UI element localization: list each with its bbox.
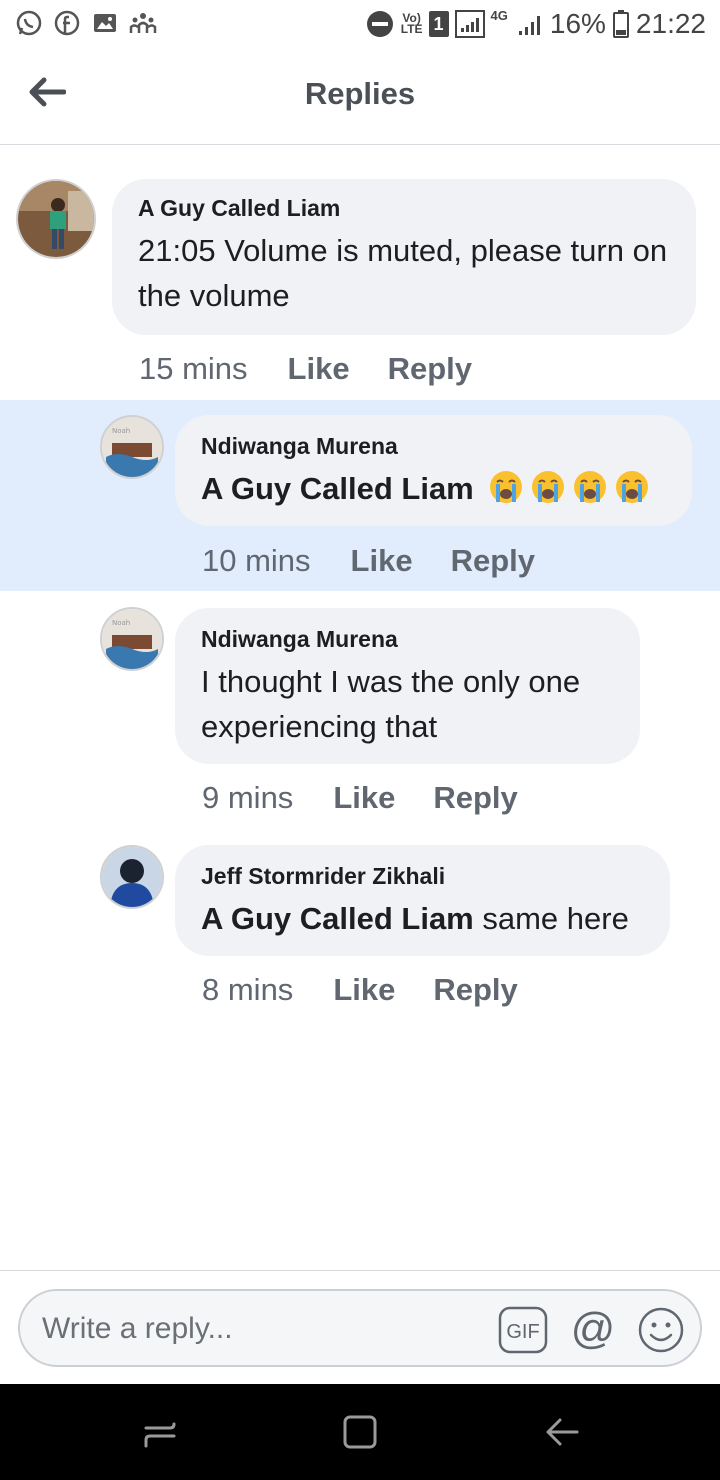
recent-apps-icon[interactable] bbox=[138, 1412, 182, 1452]
like-button[interactable]: Like bbox=[333, 780, 395, 816]
crying-face-emoji bbox=[574, 471, 607, 503]
reply-composer: GIF @ bbox=[18, 1289, 702, 1367]
svg-text:Noah: Noah bbox=[112, 619, 130, 627]
comment-actions: 10 mins Like Reply bbox=[202, 540, 535, 582]
like-button[interactable]: Like bbox=[333, 972, 395, 1008]
avatar[interactable]: Noah bbox=[100, 415, 164, 479]
comment-actions: 9 mins Like Reply bbox=[202, 777, 518, 819]
comment-bubble[interactable]: Ndiwanga Murena I thought I was the only… bbox=[175, 608, 640, 764]
comment-bubble[interactable]: A Guy Called Liam 21:05 Volume is muted,… bbox=[112, 179, 696, 335]
sim-indicator: 1 bbox=[428, 11, 449, 37]
avatar[interactable] bbox=[16, 179, 96, 259]
comment-text: A Guy Called Liam bbox=[201, 466, 666, 511]
avatar[interactable] bbox=[100, 845, 164, 909]
clock: 21:22 bbox=[635, 8, 706, 39]
signal-strength-icon bbox=[514, 9, 544, 39]
avatar[interactable]: Noah bbox=[100, 607, 164, 671]
reply-input[interactable] bbox=[40, 1291, 484, 1367]
people-icon bbox=[128, 8, 158, 38]
reply-button[interactable]: Reply bbox=[388, 351, 472, 387]
status-bar: Vo) LTE 1 4G 16% 21:22 bbox=[0, 0, 720, 50]
battery-icon bbox=[612, 9, 630, 39]
svg-text:Noah: Noah bbox=[112, 427, 130, 435]
comment-author[interactable]: Jeff Stormrider Zikhali bbox=[201, 863, 644, 890]
comment-author[interactable]: A Guy Called Liam bbox=[138, 195, 670, 222]
dnd-icon bbox=[365, 9, 395, 39]
comment-time: 10 mins bbox=[202, 543, 311, 578]
gif-button[interactable]: GIF bbox=[498, 1305, 548, 1355]
crying-face-emoji bbox=[532, 471, 565, 503]
facebook-icon bbox=[52, 8, 82, 38]
reply-button[interactable]: Reply bbox=[433, 972, 517, 1008]
comment-actions: 8 mins Like Reply bbox=[202, 969, 518, 1011]
comment-bubble[interactable]: Ndiwanga Murena A Guy Called Liam bbox=[175, 415, 692, 526]
comment-text: A Guy Called Liam same here bbox=[201, 896, 644, 941]
composer-divider bbox=[0, 1270, 720, 1271]
mention-button[interactable]: @ bbox=[568, 1305, 618, 1355]
mention-link[interactable]: A Guy Called Liam bbox=[201, 901, 474, 936]
comment-bubble[interactable]: Jeff Stormrider Zikhali A Guy Called Lia… bbox=[175, 845, 670, 956]
page-title: Replies bbox=[304, 76, 416, 111]
like-button[interactable]: Like bbox=[288, 351, 350, 387]
header: Replies bbox=[0, 50, 720, 145]
comment-author[interactable]: Ndiwanga Murena bbox=[201, 433, 666, 460]
mention-link[interactable]: A Guy Called Liam bbox=[201, 471, 474, 506]
battery-percent: 16% bbox=[549, 8, 606, 39]
comment-actions: 15 mins Like Reply bbox=[139, 348, 472, 390]
crying-face-emoji bbox=[616, 471, 649, 503]
reply-button[interactable]: Reply bbox=[433, 780, 517, 816]
comment-time: 8 mins bbox=[202, 972, 294, 1007]
back-icon[interactable] bbox=[540, 1412, 584, 1452]
comment-author[interactable]: Ndiwanga Murena bbox=[201, 626, 614, 653]
signal-icon bbox=[454, 9, 485, 39]
comment-text: 21:05 Volume is muted, please turn on th… bbox=[138, 233, 668, 313]
system-nav-bar bbox=[0, 1384, 720, 1480]
emoji-button[interactable] bbox=[636, 1305, 686, 1355]
like-button[interactable]: Like bbox=[351, 543, 413, 579]
whatsapp-icon bbox=[14, 8, 44, 38]
comment-time: 9 mins bbox=[202, 780, 294, 815]
at-label: @ bbox=[571, 1305, 616, 1353]
gallery-icon bbox=[90, 8, 120, 38]
reply-button[interactable]: Reply bbox=[451, 543, 535, 579]
comment-text: I thought I was the only one experiencin… bbox=[201, 664, 581, 744]
home-icon[interactable] bbox=[338, 1412, 382, 1452]
volte-indicator: Vo) LTE bbox=[400, 11, 423, 36]
crying-face-emoji bbox=[490, 471, 523, 503]
network-type: 4G bbox=[490, 8, 508, 23]
comment-text-rest: same here bbox=[473, 901, 629, 936]
comment-time: 15 mins bbox=[139, 351, 248, 386]
gif-label: GIF bbox=[506, 1321, 539, 1343]
